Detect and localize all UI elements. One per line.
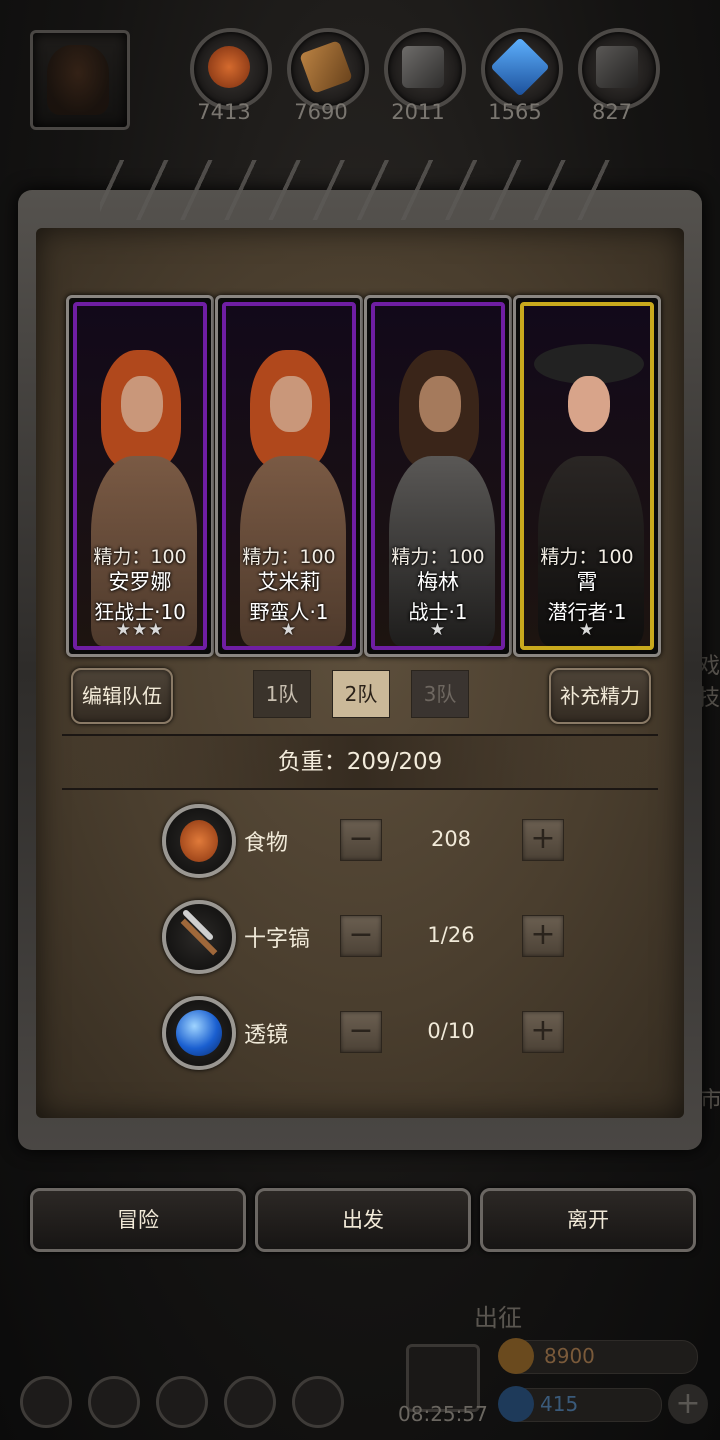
food-icon xyxy=(162,804,236,878)
gold-amount: 8900 xyxy=(544,1344,595,1368)
hero-stars: ★★★ xyxy=(115,620,165,640)
wood-plank-icon xyxy=(299,40,353,94)
crystal-icon xyxy=(490,37,550,97)
player-portrait-slot[interactable] xyxy=(30,30,130,130)
hero-stars: ★ xyxy=(578,620,596,640)
hero-stamina: 精力：100 xyxy=(242,546,336,568)
resource-food[interactable] xyxy=(190,28,272,110)
add-currency-button[interactable]: + xyxy=(668,1384,708,1424)
hero-stars: ★ xyxy=(429,620,447,640)
decrease-pickaxe-button[interactable]: − xyxy=(340,915,382,957)
gem-amount: 415 xyxy=(540,1392,579,1416)
refill-stamina-button[interactable]: 补充精力 xyxy=(549,668,651,724)
resource-iron-count: 827 xyxy=(591,100,633,124)
hero-stars: ★ xyxy=(280,620,298,640)
achievement-icon[interactable] xyxy=(88,1376,140,1428)
hero-card[interactable]: 精力：100 艾米莉 野蛮人·1 ★ xyxy=(215,295,363,657)
edit-team-button[interactable]: 编辑队伍 xyxy=(71,668,173,724)
meat-icon xyxy=(208,46,250,88)
mail-icon[interactable] xyxy=(224,1376,276,1428)
resource-stone-count: 2011 xyxy=(391,100,445,124)
resource-iron[interactable] xyxy=(578,28,660,110)
load-capacity: 负重：209/209 xyxy=(62,734,658,790)
decrease-lens-button[interactable]: − xyxy=(340,1011,382,1053)
resource-stone[interactable] xyxy=(384,28,466,110)
adventure-button[interactable]: 冒险 xyxy=(30,1188,246,1252)
supply-label: 食物 xyxy=(244,831,289,856)
hooded-figure-icon xyxy=(47,45,109,115)
tab-team-1[interactable]: 1队 xyxy=(253,670,311,718)
decrease-food-button[interactable]: − xyxy=(340,819,382,861)
hero-face xyxy=(121,376,163,432)
settings-gear-icon[interactable] xyxy=(20,1376,72,1428)
hero-face xyxy=(270,376,312,432)
hero-card[interactable]: 精力：100 安罗娜 狂战士·10 ★★★ xyxy=(66,295,214,657)
temple-icon[interactable] xyxy=(156,1376,208,1428)
supply-label: 透镜 xyxy=(244,1023,289,1048)
hero-face xyxy=(568,376,610,432)
lens-icon xyxy=(162,996,236,1070)
expedition-label: 出征 xyxy=(474,1304,522,1332)
increase-food-button[interactable]: + xyxy=(522,819,564,861)
hero-card[interactable]: 精力：100 梅林 战士·1 ★ xyxy=(364,295,512,657)
hero-stamina: 精力：100 xyxy=(391,546,485,568)
tab-team-3[interactable]: 3队 xyxy=(411,670,469,718)
hero-name: 艾米莉 xyxy=(257,570,321,594)
supply-quantity: 0/10 xyxy=(427,1019,475,1043)
guild-icon[interactable] xyxy=(292,1376,344,1428)
pickaxe-icon xyxy=(162,900,236,974)
increase-lens-button[interactable]: + xyxy=(522,1011,564,1053)
iron-ingot-icon xyxy=(596,46,638,88)
hero-face xyxy=(419,376,461,432)
countdown-timer: 08:25:57 xyxy=(398,1402,488,1426)
resource-food-count: 7413 xyxy=(197,100,251,124)
supply-quantity: 208 xyxy=(430,827,472,851)
increase-pickaxe-button[interactable]: + xyxy=(522,915,564,957)
gem-icon xyxy=(498,1386,534,1422)
hero-stamina: 精力：100 xyxy=(540,546,634,568)
hero-name: 安罗娜 xyxy=(108,570,172,594)
leave-button[interactable]: 离开 xyxy=(480,1188,696,1252)
hero-name: 梅林 xyxy=(417,570,459,594)
resource-wood-count: 7690 xyxy=(294,100,348,124)
tab-team-2[interactable]: 2队 xyxy=(332,670,390,718)
hero-stamina: 精力：100 xyxy=(93,546,187,568)
stone-icon xyxy=(402,46,444,88)
resource-crystal[interactable] xyxy=(481,28,563,110)
supply-quantity: 1/26 xyxy=(427,923,475,947)
resource-wood[interactable] xyxy=(287,28,369,110)
supply-label: 十字镐 xyxy=(244,927,311,952)
gold-coin-icon xyxy=(498,1338,534,1374)
background-side-text-2: 市 xyxy=(700,1088,720,1113)
hero-card[interactable]: 精力：100 霄 潜行者·1 ★ xyxy=(513,295,661,657)
frame-decoration xyxy=(100,160,620,220)
hero-name: 霄 xyxy=(576,570,598,594)
depart-button[interactable]: 出发 xyxy=(255,1188,471,1252)
resource-crystal-count: 1565 xyxy=(488,100,542,124)
